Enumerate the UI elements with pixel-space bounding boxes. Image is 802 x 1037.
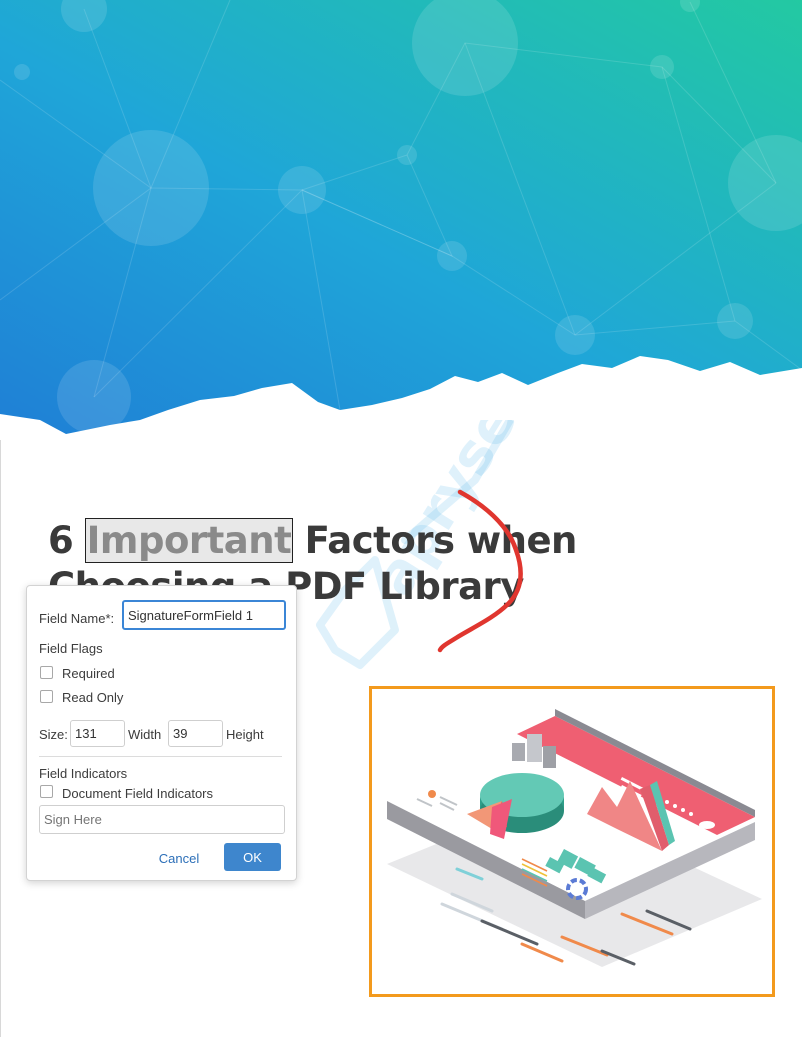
isometric-dashboard-illustration bbox=[387, 709, 762, 967]
pdf-page: apryse 6 Important Factors whenChoosing … bbox=[0, 0, 802, 1037]
field-flags-heading: Field Flags bbox=[39, 641, 103, 656]
field-properties-dialog: Field Name*: Field Flags Required Read O… bbox=[26, 585, 297, 881]
required-label[interactable]: Required bbox=[62, 666, 115, 681]
field-name-label: Field Name*: bbox=[39, 611, 115, 626]
field-name-input[interactable] bbox=[122, 600, 286, 630]
sign-here-input[interactable] bbox=[39, 805, 285, 834]
height-input[interactable] bbox=[168, 720, 223, 747]
section-divider bbox=[39, 756, 282, 757]
page-left-border bbox=[0, 440, 1, 1037]
read-only-checkbox[interactable] bbox=[40, 690, 53, 703]
width-label: Width bbox=[128, 727, 162, 742]
required-checkbox[interactable] bbox=[40, 666, 53, 679]
illustration-image[interactable] bbox=[369, 686, 775, 997]
width-input[interactable] bbox=[70, 720, 125, 747]
document-field-indicators-label[interactable]: Document Field Indicators bbox=[62, 786, 213, 801]
cancel-button[interactable]: Cancel bbox=[154, 848, 204, 868]
ink-annotation[interactable] bbox=[420, 480, 540, 660]
height-label: Height bbox=[226, 727, 264, 742]
size-label: Size: bbox=[39, 727, 68, 742]
ok-button[interactable]: OK bbox=[224, 843, 281, 871]
document-field-indicators-checkbox[interactable] bbox=[40, 785, 53, 798]
title-prefix: 6 bbox=[48, 519, 86, 562]
read-only-label[interactable]: Read Only bbox=[62, 690, 123, 705]
highlighted-word[interactable]: Important bbox=[84, 518, 294, 563]
field-indicators-heading: Field Indicators bbox=[39, 766, 128, 781]
cover-header-background bbox=[0, 0, 802, 434]
